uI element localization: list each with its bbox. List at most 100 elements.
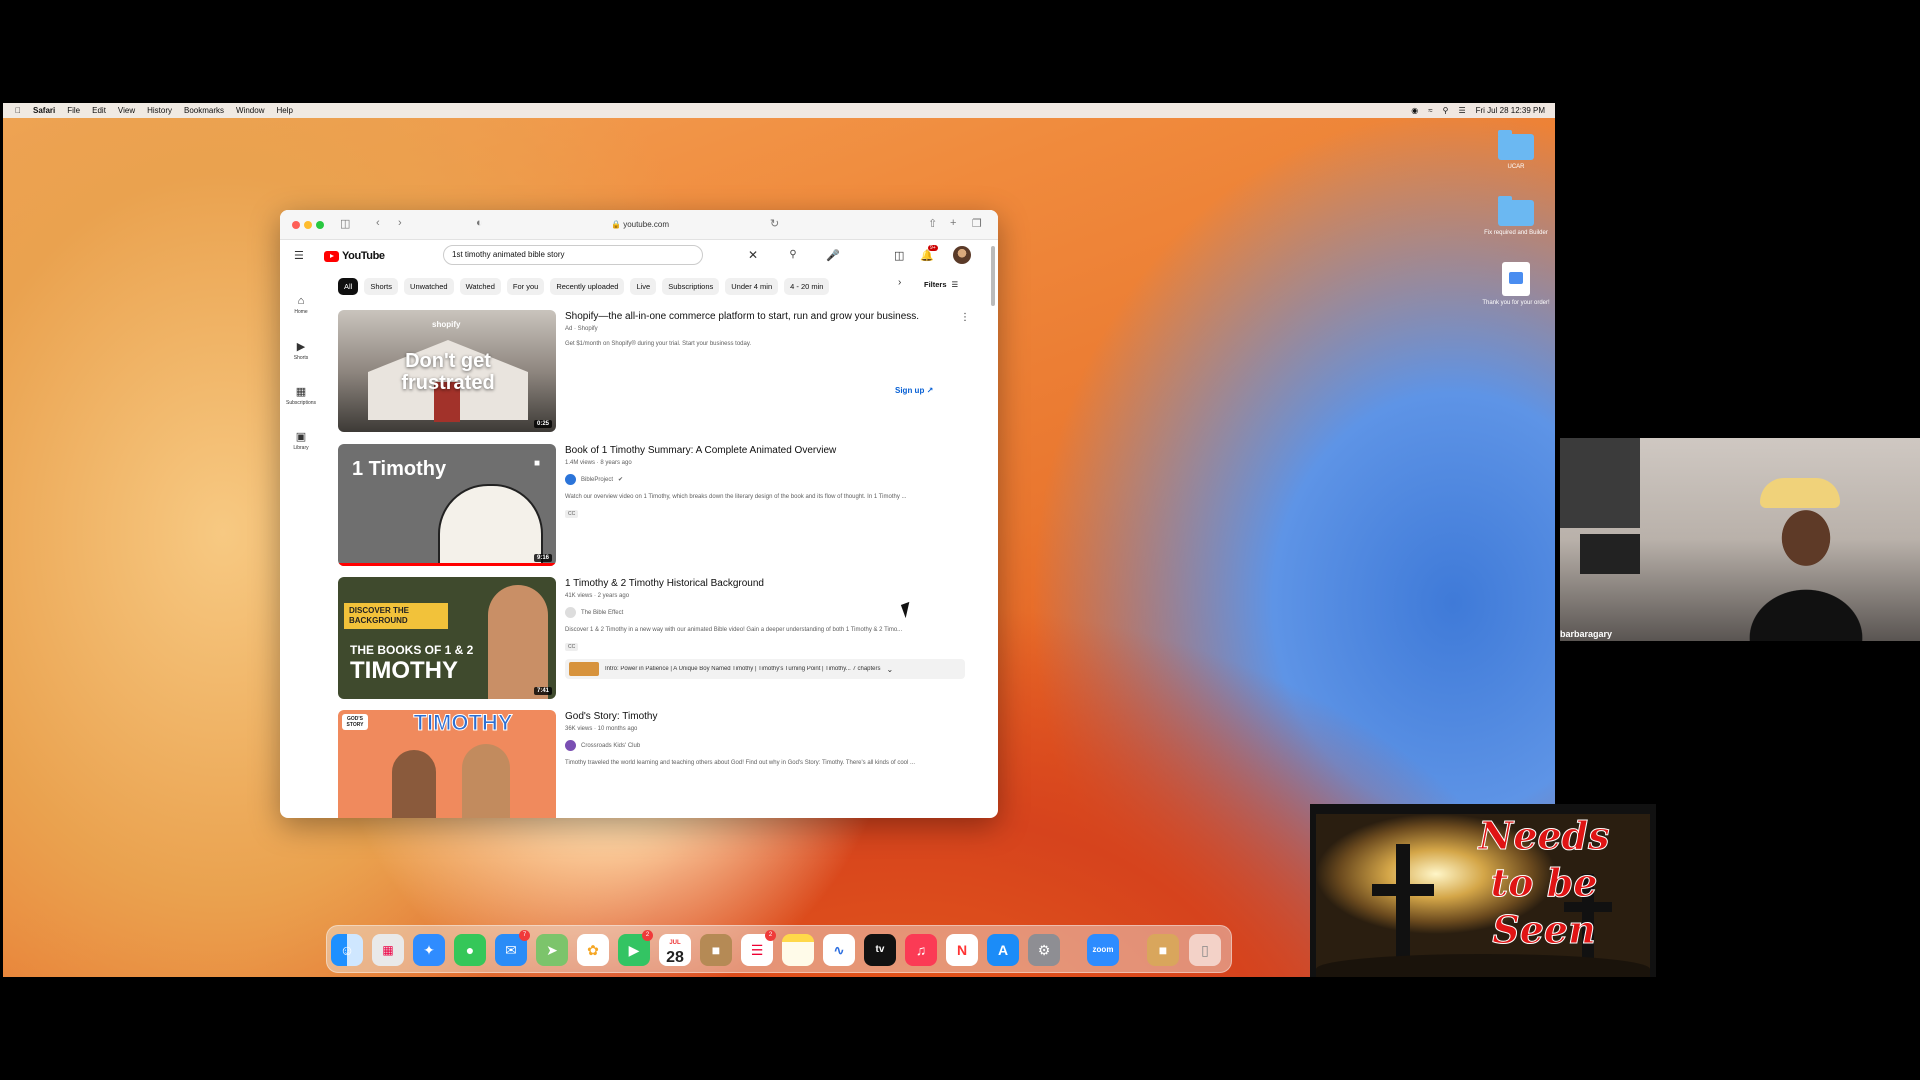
calendar-icon[interactable]: JUL 28 [659, 934, 691, 966]
video-thumbnail[interactable]: 1 Timothy ■ 9:16 [338, 444, 556, 566]
zoom-icon[interactable]: zoom [1087, 934, 1119, 966]
channel-name[interactable]: Crossroads Kids' Club [581, 743, 640, 749]
apple-tv-icon[interactable]: tv [864, 934, 896, 966]
chapters-row[interactable]: Intro: Power in Patience | A Unique Boy … [565, 659, 965, 679]
progress-bar [338, 563, 556, 566]
sidebar-toggle-icon[interactable]: ◫ [340, 217, 350, 230]
video-title[interactable]: 1 Timothy & 2 Timothy Historical Backgro… [565, 577, 975, 591]
sign-up-link[interactable]: Sign up ↗ [895, 386, 933, 395]
create-video-icon[interactable]: ◫ [894, 249, 904, 262]
photos-icon[interactable]: ✿ [577, 934, 609, 966]
menu-app-name[interactable]: Safari [33, 106, 55, 115]
chip-recently-uploaded[interactable]: Recently uploaded [550, 277, 625, 295]
video-thumbnail[interactable]: GOD'S STORY TIMOTHY [338, 710, 556, 818]
chip-for-you[interactable]: For you [506, 277, 545, 295]
chip-under-4-min[interactable]: Under 4 min [725, 277, 779, 295]
video-title[interactable]: Book of 1 Timothy Summary: A Complete An… [565, 444, 975, 458]
contacts-icon[interactable]: ■ [700, 934, 732, 966]
close-window-button[interactable] [292, 221, 300, 229]
video-thumbnail[interactable]: shopify Don't get frustrated 0:25 [338, 310, 556, 432]
microphone-icon[interactable]: 🎤 [826, 249, 840, 262]
minimize-window-button[interactable] [304, 221, 312, 229]
new-tab-icon[interactable]: + [950, 217, 956, 229]
chip-shorts[interactable]: Shorts [364, 277, 399, 295]
safari-icon[interactable]: ✦ [413, 934, 445, 966]
menu-bookmarks[interactable]: Bookmarks [184, 106, 224, 115]
address-bar[interactable]: 🔒 youtube.com [495, 217, 785, 233]
video-title[interactable]: God's Story: Timothy [565, 710, 975, 724]
chip-unwatched[interactable]: Unwatched [404, 277, 454, 295]
chip-live[interactable]: Live [630, 277, 657, 295]
tab-overview-icon[interactable]: ❐ [972, 217, 982, 230]
filters-button[interactable]: Filters ☰ [924, 280, 958, 289]
spotlight-icon[interactable]: ⚲ [1443, 106, 1449, 115]
menu-file[interactable]: File [67, 106, 80, 115]
freeform-icon[interactable]: ∿ [823, 934, 855, 966]
channel-avatar[interactable] [565, 607, 576, 618]
nav-home[interactable]: ⌂ Home [280, 295, 322, 315]
chevron-down-icon[interactable]: ⌄ [887, 665, 894, 674]
search-result-video[interactable]: GOD'S STORY TIMOTHY God's Story: Timothy… [338, 710, 978, 818]
chevron-right-icon[interactable]: › [898, 277, 901, 288]
search-result-ad[interactable]: shopify Don't get frustrated 0:25 Shopif… [338, 310, 978, 434]
desktop-file-thankyou[interactable]: Thank you for your order! [1476, 262, 1556, 306]
search-icon[interactable]: ⚲ [778, 245, 808, 265]
music-icon[interactable]: ♫ [905, 934, 937, 966]
chip-4-20-min[interactable]: 4 - 20 min [784, 277, 830, 295]
menu-window[interactable]: Window [236, 106, 264, 115]
channel-name[interactable]: The Bible Effect [581, 610, 623, 616]
channel-avatar[interactable] [565, 740, 576, 751]
channel-name[interactable]: BibleProject [581, 477, 613, 483]
channel-row[interactable]: Crossroads Kids' Club [565, 740, 975, 751]
messages-icon[interactable]: ● [454, 934, 486, 966]
channel-row[interactable]: BibleProject ✔ [565, 474, 975, 485]
hamburger-menu-icon[interactable]: ☰ [294, 249, 304, 262]
maps-icon[interactable]: ➤ [536, 934, 568, 966]
video-title[interactable]: Shopify—the all-in-one commerce platform… [565, 310, 975, 324]
nav-library[interactable]: ▣ Library [280, 430, 322, 451]
chip-all[interactable]: All [338, 277, 359, 295]
cc-badge: CC [565, 643, 579, 651]
trash-icon[interactable]: ▯ [1189, 934, 1221, 966]
search-result-video[interactable]: DISCOVER THE BACKGROUND THE BOOKS OF 1 &… [338, 577, 978, 701]
reload-icon[interactable]: ↻ [770, 217, 779, 230]
system-settings-icon[interactable]: ⚙ [1028, 934, 1060, 966]
search-result-video[interactable]: 1 Timothy ■ 9:16 Book of 1 Timothy Summa… [338, 444, 978, 568]
more-options-icon[interactable]: ⋮ [960, 312, 970, 323]
clear-search-icon[interactable]: ✕ [748, 248, 758, 262]
desktop-folder-ucar[interactable]: UCAR [1476, 130, 1556, 170]
youtube-logo[interactable]: YouTube [324, 250, 385, 262]
share-icon[interactable]: ⇧ [928, 217, 937, 230]
watch-later-icon[interactable]: ■ [534, 458, 540, 469]
chip-subscriptions[interactable]: Subscriptions [662, 277, 720, 295]
channel-avatar[interactable] [565, 474, 576, 485]
forward-icon[interactable]: › [398, 217, 402, 229]
notes-icon[interactable] [782, 934, 814, 966]
facetime-badge: 2 [642, 930, 653, 941]
menu-view[interactable]: View [118, 106, 135, 115]
screen-record-icon[interactable]: ◉ [1411, 106, 1418, 115]
video-thumbnail[interactable]: DISCOVER THE BACKGROUND THE BOOKS OF 1 &… [338, 577, 556, 699]
downloads-stack-icon[interactable]: ■ [1147, 934, 1179, 966]
menu-history[interactable]: History [147, 106, 172, 115]
menu-clock[interactable]: Fri Jul 28 12:39 PM [1476, 106, 1545, 115]
wifi-icon[interactable]: ≈ [1428, 106, 1432, 115]
launchpad-icon[interactable]: ▦ [372, 934, 404, 966]
nav-shorts[interactable]: ▶ Shorts [280, 340, 322, 361]
chip-watched[interactable]: Watched [459, 277, 501, 295]
search-input[interactable]: 1st timothy animated bible story [443, 245, 703, 265]
desktop-folder-builder[interactable]: Fix required and Builder [1476, 196, 1556, 236]
finder-icon[interactable]: ☺ [331, 934, 363, 966]
control-center-icon[interactable]: ☰ [1458, 106, 1465, 115]
menu-help[interactable]: Help [276, 106, 292, 115]
page-scrollbar[interactable] [991, 246, 995, 306]
account-avatar[interactable] [953, 246, 971, 264]
nav-subscriptions[interactable]: ▦ Subscriptions [280, 385, 322, 406]
apple-icon[interactable]:  [15, 106, 21, 115]
back-icon[interactable]: ‹ [376, 217, 380, 229]
menu-edit[interactable]: Edit [92, 106, 106, 115]
zoom-window-button[interactable] [316, 221, 324, 229]
news-icon[interactable]: N [946, 934, 978, 966]
app-store-icon[interactable]: A [987, 934, 1019, 966]
privacy-shield-icon[interactable]: ◐ [476, 217, 483, 229]
